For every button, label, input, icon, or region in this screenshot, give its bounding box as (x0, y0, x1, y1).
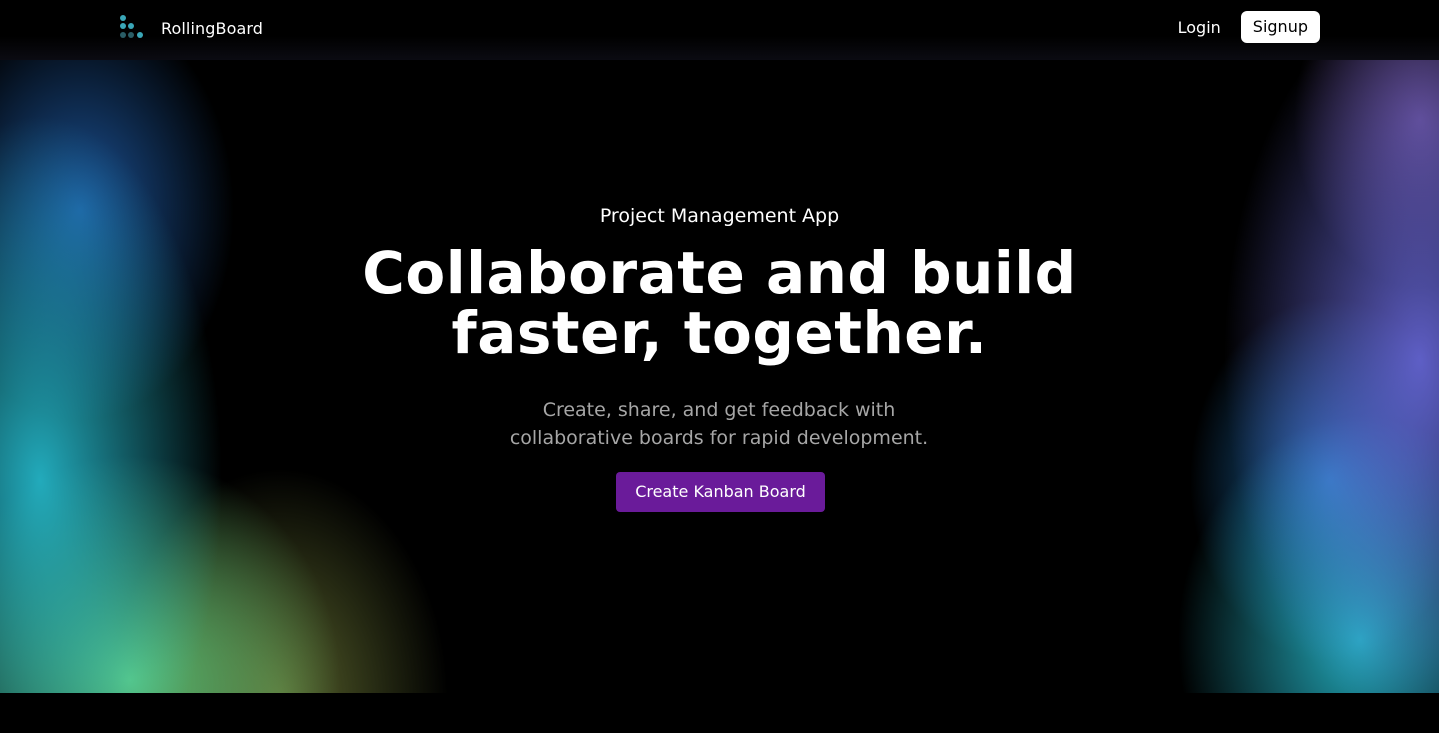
hero-subtitle-line1: Create, share, and get feedback with (542, 399, 896, 421)
signup-button[interactable]: Signup (1240, 11, 1320, 43)
footer-band (0, 693, 1439, 733)
navbar: RollingBoard Login Signup (0, 0, 1439, 60)
login-link[interactable]: Login (1178, 18, 1221, 37)
hero-section: Project Management App Collaborate and b… (0, 60, 1439, 693)
hero-eyebrow: Project Management App (599, 205, 840, 227)
brand-name: RollingBoard (161, 18, 264, 38)
hero-subtitle-line2: collaborative boards for rapid developme… (509, 427, 929, 449)
hero-subtitle: Create, share, and get feedback with col… (469, 396, 969, 452)
nav-actions: Login Signup (1178, 11, 1320, 43)
create-kanban-board-button[interactable]: Create Kanban Board (616, 472, 825, 512)
brand[interactable]: RollingBoard (119, 14, 263, 42)
hero-headline-line2: faster, together. (451, 299, 988, 367)
hero-headline: Collaborate and build faster, together. (0, 243, 1439, 363)
hero-headline-line1: Collaborate and build (362, 239, 1077, 307)
dots-grid-logo-icon (119, 14, 147, 42)
